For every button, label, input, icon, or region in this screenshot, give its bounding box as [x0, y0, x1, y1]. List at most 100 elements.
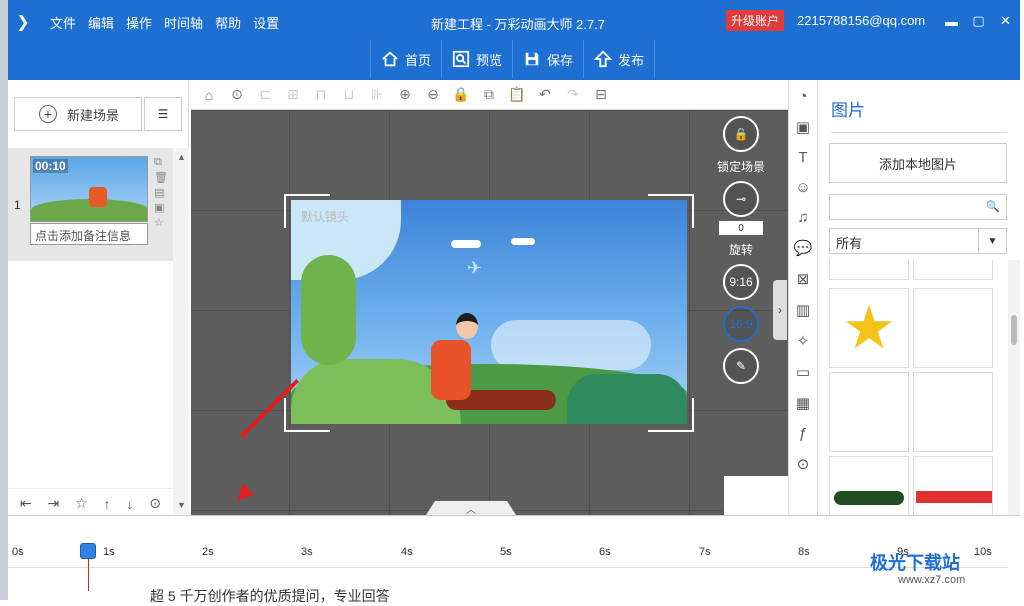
redo-icon[interactable]: ↷ — [559, 86, 587, 103]
photo-icon[interactable]: ▥ — [793, 301, 813, 319]
canvas-area[interactable]: ✈ 默认镜头 🔒 锁定场景 ⊸ 旋转 9:16 16:9 ✎ › ︿ — [191, 110, 788, 515]
menu-file[interactable]: 文件 — [50, 13, 76, 32]
collapse-timeline-button[interactable]: ︿ — [426, 501, 516, 515]
maximize-icon[interactable]: ▢ — [965, 10, 992, 32]
align-bottom-icon[interactable]: ⊔ — [335, 86, 363, 103]
more-options-icon[interactable]: ⊙ — [223, 86, 251, 103]
image-thumb[interactable] — [829, 372, 909, 452]
star-icon[interactable]: ☆ — [154, 216, 168, 229]
playhead-handle[interactable] — [80, 543, 96, 559]
app-window: ❯ 文件 编辑 操作 时间轴 帮助 设置 新建工程 - 万彩动画大师 2.7.7… — [8, 0, 1020, 604]
scroll-thumb[interactable] — [1011, 315, 1017, 345]
paste-icon[interactable]: 📋 — [503, 86, 531, 103]
copy-tool-icon[interactable]: ⧉ — [475, 86, 503, 103]
folder-icon[interactable]: ▭ — [793, 363, 813, 381]
account-email[interactable]: 2215788156@qq.com — [797, 13, 925, 28]
text-icon[interactable]: T — [793, 149, 813, 166]
bubble-icon[interactable]: 💬 — [793, 239, 813, 257]
expand-right-button[interactable]: › — [773, 280, 787, 340]
close-icon[interactable]: ✕ — [992, 10, 1019, 32]
distribute-icon[interactable]: ⊪ — [363, 86, 391, 103]
undo-icon[interactable]: ↶ — [531, 86, 559, 103]
lock-scene-button[interactable]: 🔒 — [723, 116, 759, 152]
formula-icon[interactable]: ƒ — [793, 425, 813, 442]
menu-timeline[interactable]: 时间轴 — [164, 13, 203, 32]
edit-button[interactable]: ✎ — [723, 348, 759, 384]
scroll-up-icon[interactable]: ▲ — [177, 152, 186, 162]
new-scene-button[interactable]: + 新建场景 — [14, 97, 142, 131]
camera-frame-corner[interactable] — [648, 398, 694, 432]
character-icon[interactable]: ☺ — [793, 179, 813, 196]
move-down-icon[interactable]: ↓ — [126, 496, 133, 512]
red-arrowhead — [231, 483, 255, 507]
scene-stage[interactable]: ✈ — [291, 200, 687, 424]
minimize-icon[interactable]: ▬ — [938, 10, 965, 32]
image-scrollbar[interactable] — [1008, 260, 1020, 515]
insert-icon[interactable]: ▤ — [154, 186, 168, 199]
background-window — [0, 0, 8, 600]
scene-thumbnail[interactable]: 00:10 — [30, 156, 148, 222]
align-top-icon[interactable]: ⊓ — [307, 86, 335, 103]
magic-icon[interactable]: ✧ — [793, 332, 813, 350]
image-thumb[interactable] — [913, 372, 993, 452]
zoom-in-icon[interactable]: ⊕ — [391, 86, 419, 103]
menu-edit[interactable]: 编辑 — [88, 13, 114, 32]
rotate-input[interactable] — [719, 221, 763, 235]
camera-frame-corner[interactable] — [648, 194, 694, 228]
rotate-dial[interactable]: ⊸ — [723, 181, 759, 217]
zoom-out-icon[interactable]: ⊖ — [419, 86, 447, 103]
time-ruler[interactable]: 0s 1s 2s 3s 4s 5s 6s 7s 8s 9s 10s — [8, 538, 1008, 568]
shape-icon[interactable]: ◔ — [793, 88, 813, 105]
camera-frame-corner[interactable] — [284, 194, 330, 228]
bush-image[interactable] — [829, 456, 909, 515]
history-icon[interactable]: ⊟ — [587, 86, 615, 103]
image-icon[interactable]: ▣ — [793, 118, 813, 136]
tick-label: 1s — [103, 546, 115, 558]
ratio-169-button[interactable]: 16:9 — [723, 306, 759, 342]
lock-icon[interactable]: 🔒 — [447, 86, 475, 103]
save-button[interactable]: 保存 — [512, 40, 583, 78]
film-icon[interactable]: ▦ — [793, 394, 813, 412]
home-view-icon[interactable]: ⌂ — [195, 87, 223, 103]
preview-button[interactable]: 预览 — [441, 40, 512, 78]
import-icon[interactable]: ⇤ — [20, 495, 32, 512]
more-elements-icon[interactable]: ⊙ — [793, 455, 813, 473]
export-icon[interactable]: ⇥ — [48, 495, 60, 512]
scroll-down-icon[interactable]: ▼ — [177, 500, 186, 510]
chevron-down-icon[interactable]: ▼ — [978, 229, 1006, 253]
align-left-icon[interactable]: ⊏ — [251, 86, 279, 103]
copy-icon[interactable]: ⧉ — [154, 156, 168, 169]
more-icon[interactable]: ⊙ — [149, 495, 161, 512]
add-local-image-button[interactable]: 添加本地图片 — [829, 143, 1007, 183]
favorite-icon[interactable]: ☆ — [75, 495, 88, 512]
star-image[interactable]: ★ — [829, 288, 909, 368]
menu-operate[interactable]: 操作 — [126, 13, 152, 32]
image-thumb[interactable] — [913, 260, 993, 280]
menu-help[interactable]: 帮助 — [215, 13, 241, 32]
ratio-916-button[interactable]: 9:16 — [723, 264, 759, 300]
mini-preview[interactable] — [724, 476, 788, 515]
scene-note-input[interactable]: 点击添加备注信息 — [30, 223, 148, 245]
home-button[interactable]: 首页 — [370, 40, 441, 78]
title-bar: ❯ 文件 编辑 操作 时间轴 帮助 设置 新建工程 - 万彩动画大师 2.7.7… — [8, 0, 1020, 80]
image-search-input[interactable]: 🔍 — [829, 194, 1007, 220]
camera-frame-corner[interactable] — [284, 398, 330, 432]
image-thumb[interactable] — [829, 260, 909, 280]
search-icon[interactable]: 🔍 — [986, 200, 1000, 213]
scene-sort-button[interactable]: ☰ — [144, 97, 182, 131]
duplicate-icon[interactable]: ▣ — [154, 201, 168, 214]
tick-label: 7s — [699, 546, 711, 558]
timeline[interactable]: 0s 1s 2s 3s 4s 5s 6s 7s 8s 9s 10s 超 5 千万… — [8, 515, 1020, 604]
red-bar-image[interactable] — [913, 456, 993, 515]
sticker-icon[interactable]: ⊠ — [793, 270, 813, 288]
image-filter-select[interactable]: 所有 ▼ — [829, 228, 1007, 254]
publish-button[interactable]: 发布 — [583, 40, 656, 78]
upgrade-button[interactable]: 升级账户 — [726, 10, 785, 31]
align-center-icon[interactable]: ⊞ — [279, 86, 307, 103]
delete-icon[interactable]: 🗑 — [154, 171, 168, 184]
music-icon[interactable]: ♫ — [793, 209, 813, 226]
move-up-icon[interactable]: ↑ — [104, 496, 111, 512]
scene-scrollbar[interactable]: ▲ ▼ — [173, 148, 189, 514]
menu-settings[interactable]: 设置 — [253, 13, 279, 32]
image-thumb[interactable] — [913, 288, 993, 368]
